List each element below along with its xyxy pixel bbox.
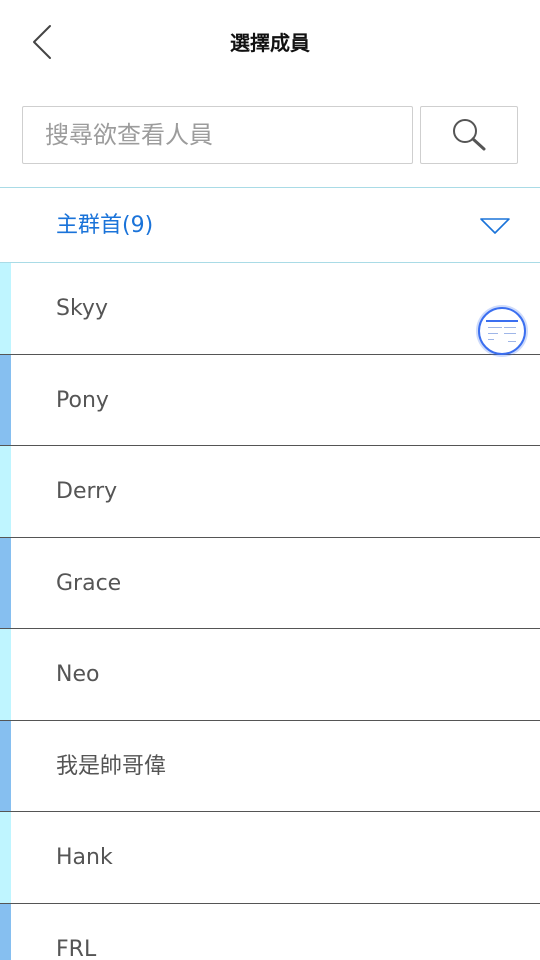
back-button[interactable] [18,18,66,66]
search-row [22,106,518,164]
float-icon-line [504,333,516,334]
header-bar: 選擇成員 [0,0,540,86]
page-title: 選擇成員 [230,31,310,55]
float-icon-line [488,327,502,328]
member-name: Hank [56,845,113,870]
member-name: Derry [56,479,118,504]
search-input[interactable] [22,106,413,164]
member-row[interactable]: Neo [0,629,540,721]
float-icon-line [504,327,516,328]
group-title: 主群首(9) [56,213,154,238]
row-color-bar [0,446,11,537]
float-icon-bar [486,320,518,322]
group-header[interactable]: 主群首(9) [0,187,540,263]
member-name: 我是帥哥偉 [56,753,167,779]
member-name: Pony [56,387,109,413]
row-color-bar [0,720,11,811]
member-row[interactable]: 我是帥哥偉 [0,720,540,812]
chevron-left-icon [33,25,51,59]
search-button[interactable] [420,106,518,164]
float-icon-line [488,333,498,334]
member-row[interactable]: Grace [0,537,540,629]
row-color-bar [0,629,11,720]
member-row[interactable]: FRL [0,903,540,960]
member-name: Neo [56,662,100,687]
member-list: Skyy Pony Derry Grace Neo 我是帥哥偉 Hank FRL [0,263,540,960]
member-name: Skyy [56,296,108,321]
member-row[interactable]: Derry [0,446,540,538]
row-color-bar [0,263,11,354]
assistive-touch-icon[interactable] [478,307,526,355]
float-icon-line [488,339,494,340]
member-name: FRL [56,936,97,960]
row-color-bar [0,903,11,960]
row-color-bar [0,812,11,903]
member-row[interactable]: Skyy [0,263,540,355]
row-color-bar [0,537,11,628]
member-row[interactable]: Hank [0,812,540,904]
row-color-bar [0,354,11,445]
triangle-down-icon[interactable] [478,216,512,236]
search-icon [453,119,486,151]
float-icon-line [508,341,516,342]
member-row[interactable]: Pony [0,354,540,446]
member-name: Grace [56,570,122,596]
